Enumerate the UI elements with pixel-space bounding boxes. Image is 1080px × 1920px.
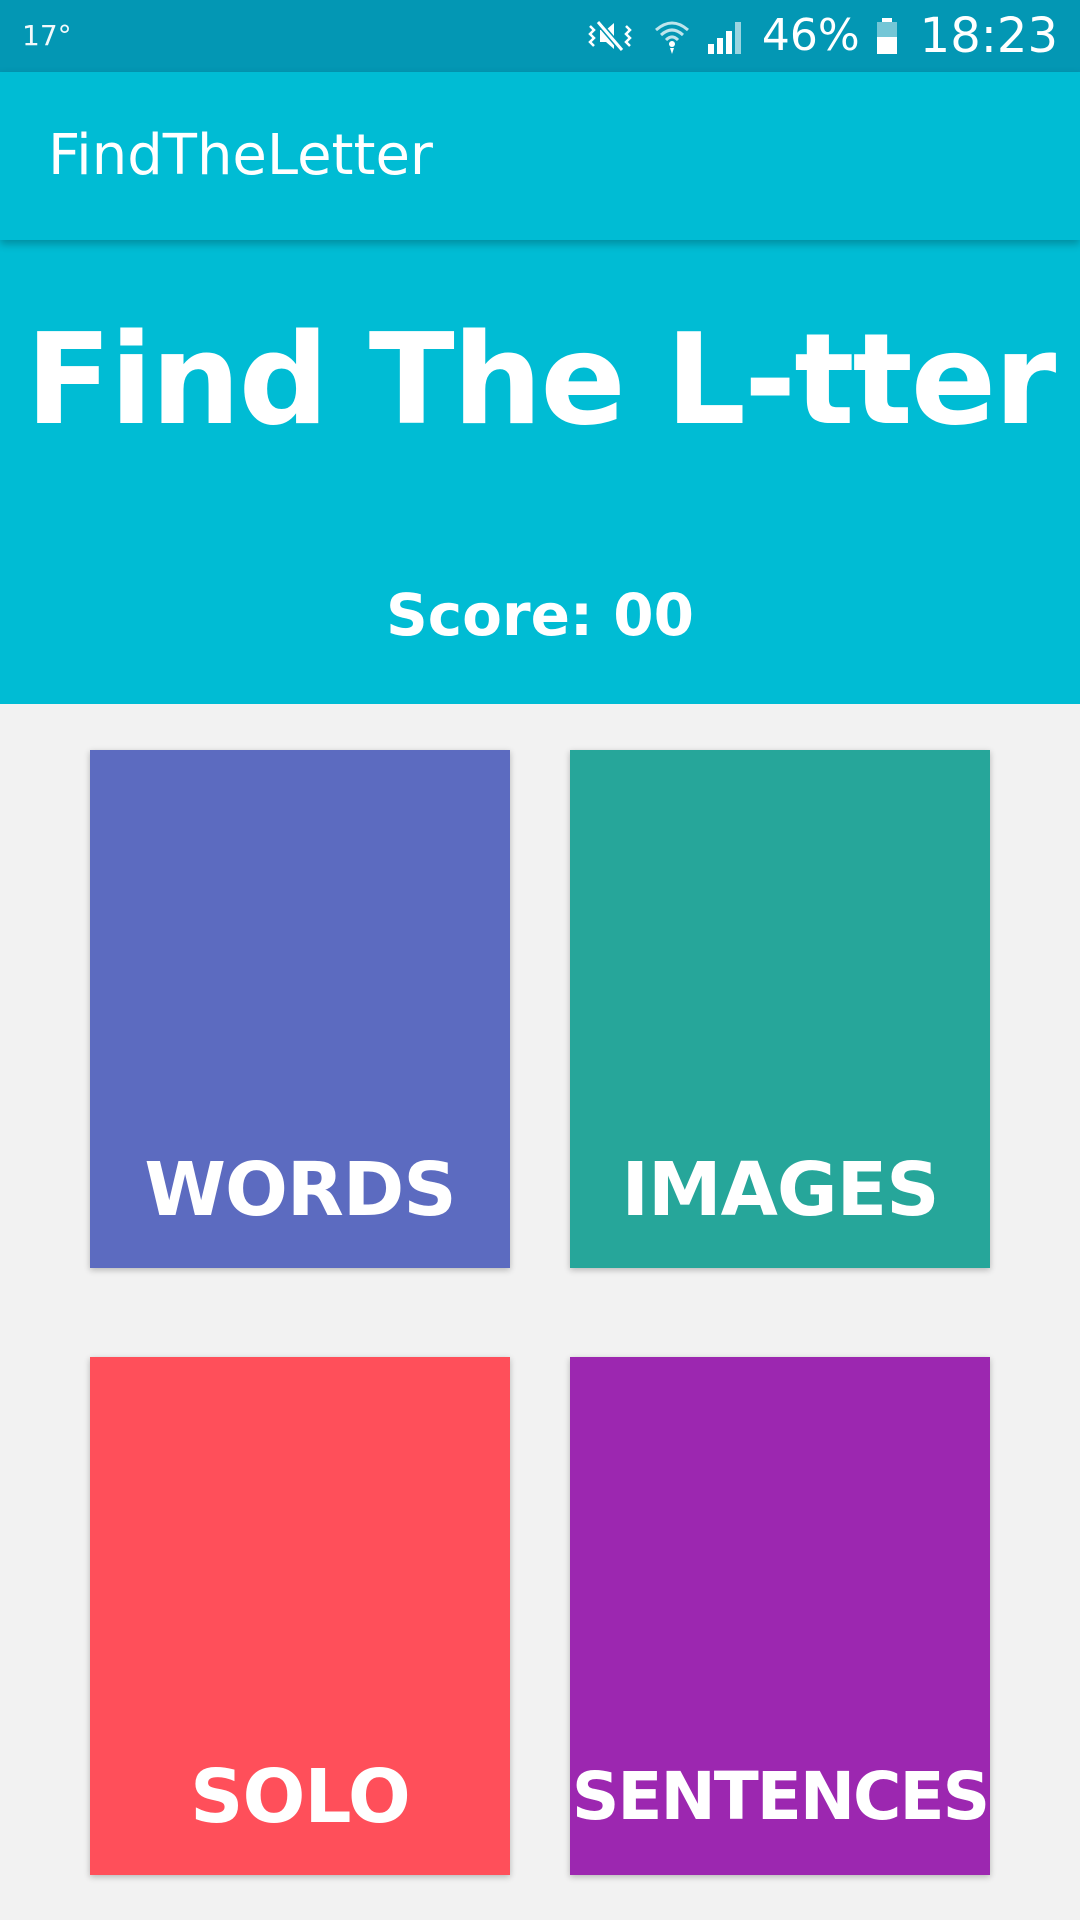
app-bar: FindTheLetter bbox=[0, 72, 1080, 240]
clock-text: 18:23 bbox=[919, 8, 1058, 64]
page-title: Find The L-tter bbox=[25, 306, 1057, 453]
sentences-mode-label: SENTENCES bbox=[571, 1758, 990, 1835]
images-mode-label: IMAGES bbox=[621, 1147, 939, 1233]
sentences-mode-button[interactable]: SENTENCES bbox=[570, 1357, 990, 1875]
battery-icon bbox=[874, 14, 900, 58]
solo-mode-label: SOLO bbox=[190, 1754, 411, 1840]
app-title: FindTheLetter bbox=[48, 123, 433, 188]
header-panel: Find The L-tter Score: 00 bbox=[0, 240, 1080, 704]
mute-vibrate-icon bbox=[582, 14, 638, 58]
status-bar: 17° 46% 18:23 bbox=[0, 0, 1080, 72]
words-mode-label: WORDS bbox=[144, 1147, 456, 1233]
temperature-text: 17° bbox=[22, 19, 72, 52]
solo-mode-button[interactable]: SOLO bbox=[90, 1357, 510, 1875]
battery-percent-text: 46% bbox=[761, 10, 860, 61]
wifi-icon bbox=[652, 14, 692, 58]
images-mode-button[interactable]: IMAGES bbox=[570, 750, 990, 1268]
signal-icon bbox=[706, 14, 748, 58]
status-icons: 46% 18:23 bbox=[582, 0, 1058, 72]
score-text: Score: 00 bbox=[385, 581, 695, 649]
words-mode-button[interactable]: WORDS bbox=[90, 750, 510, 1268]
